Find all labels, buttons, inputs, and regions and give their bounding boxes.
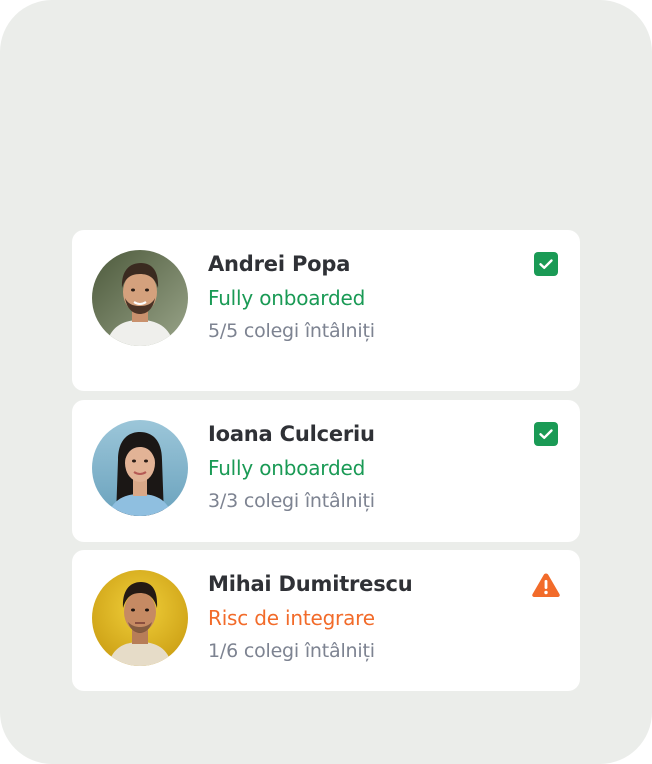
person-card-mihai-dumitrescu[interactable]: Mihai Dumitrescu Risc de integrare 1/6 c… [72,550,580,691]
check-square-icon [534,422,558,446]
person-name: Mihai Dumitrescu [208,572,413,596]
onboarding-status: Fully onboarded [208,456,366,480]
colleagues-met-count: 1/6 colegi întâlniți [208,640,375,662]
colleagues-met-count: 5/5 colegi întâlniți [208,320,375,342]
person-name: Ioana Culceriu [208,422,375,446]
person-card-ioana-culceriu[interactable]: Ioana Culceriu Fully onboarded 3/3 coleg… [72,400,580,542]
warning-triangle-icon [532,572,560,597]
person-card-andrei-popa[interactable]: Andrei Popa Fully onboarded 5/5 colegi î… [72,230,580,391]
avatar [92,250,188,346]
avatar [92,570,188,666]
onboarding-panel: Andrei Popa Fully onboarded 5/5 colegi î… [0,0,652,764]
check-square-icon [534,252,558,276]
onboarding-status: Fully onboarded [208,286,366,310]
onboarding-status: Risc de integrare [208,606,375,630]
person-name: Andrei Popa [208,252,351,276]
colleagues-met-count: 3/3 colegi întâlniți [208,490,375,512]
avatar [92,420,188,516]
